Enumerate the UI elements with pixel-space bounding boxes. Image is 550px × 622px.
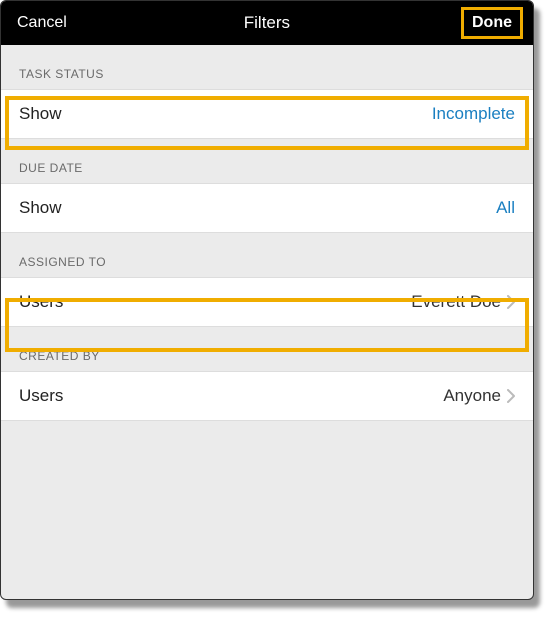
header-bar: Cancel Filters Done — [1, 1, 533, 45]
row-created-by[interactable]: Users Anyone — [1, 371, 533, 421]
chevron-right-icon — [507, 295, 515, 309]
row-value: All — [496, 198, 515, 218]
done-button[interactable]: Done — [461, 7, 523, 39]
row-task-status[interactable]: Show Incomplete — [1, 89, 533, 139]
section-header-assigned-to: ASSIGNED TO — [1, 233, 533, 277]
row-value: Incomplete — [432, 104, 515, 124]
row-value: Everett Doe — [411, 292, 501, 312]
page-title: Filters — [244, 13, 290, 33]
row-label: Show — [19, 104, 62, 124]
section-header-task-status: TASK STATUS — [1, 45, 533, 89]
filters-content: TASK STATUS Show Incomplete DUE DATE Sho… — [1, 45, 533, 421]
row-due-date[interactable]: Show All — [1, 183, 533, 233]
row-assigned-to[interactable]: Users Everett Doe — [1, 277, 533, 327]
chevron-right-icon — [507, 389, 515, 403]
row-value: Anyone — [443, 386, 501, 406]
row-label: Show — [19, 198, 62, 218]
cancel-button[interactable]: Cancel — [11, 10, 73, 36]
section-header-due-date: DUE DATE — [1, 139, 533, 183]
row-label: Users — [19, 292, 63, 312]
filters-screen: Cancel Filters Done TASK STATUS Show Inc… — [0, 0, 534, 600]
section-header-created-by: CREATED BY — [1, 327, 533, 371]
row-label: Users — [19, 386, 63, 406]
